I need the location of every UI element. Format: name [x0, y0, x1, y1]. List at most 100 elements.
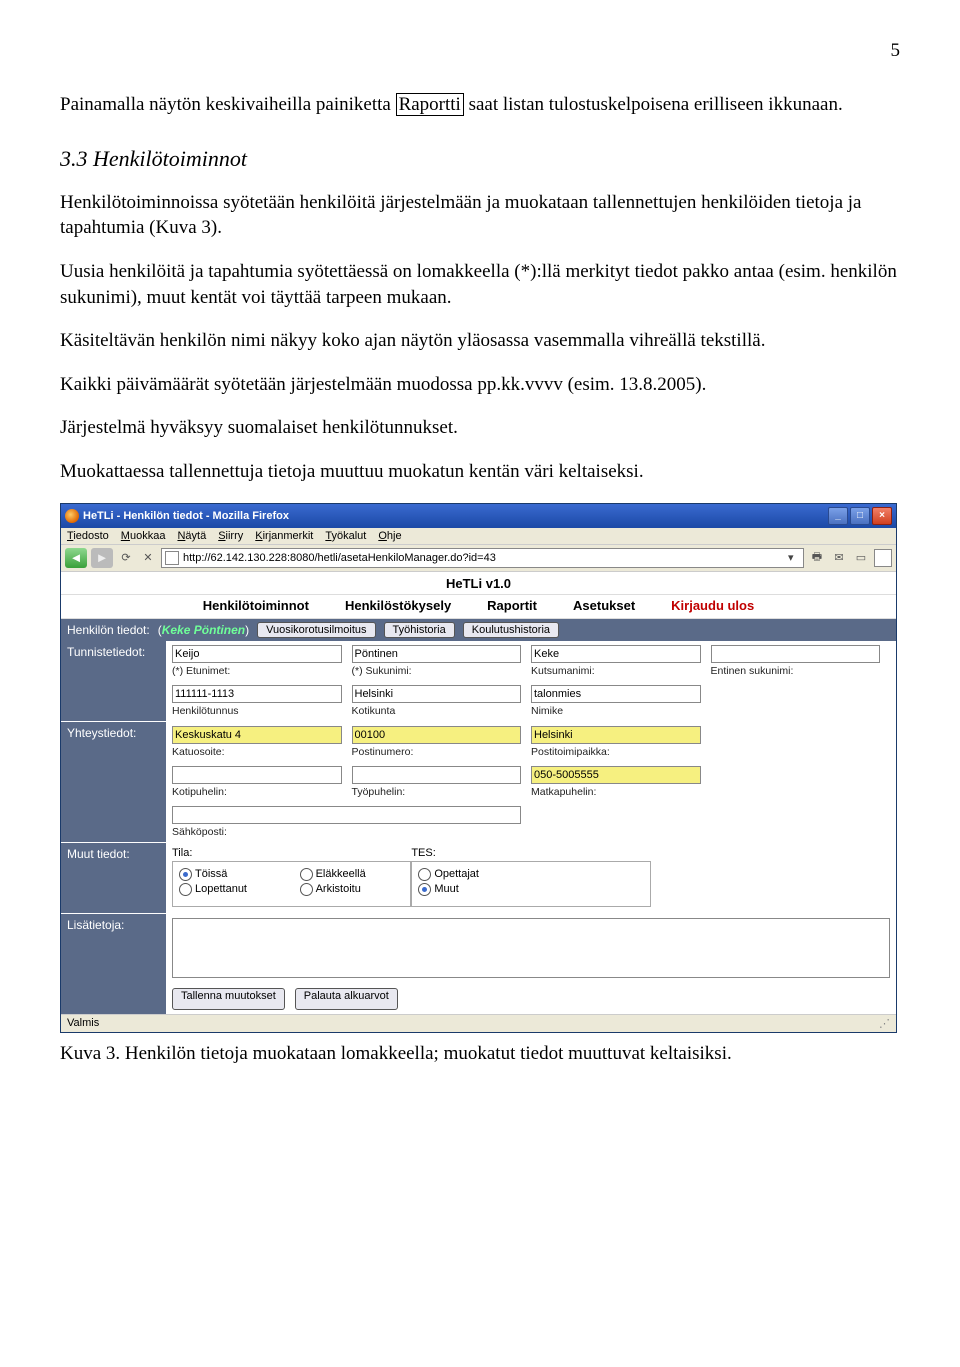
tila-radio-group: Töissä Eläkkeellä Lopettanut Arkistoitu: [179, 866, 404, 902]
section-label: Henkilön tiedot:: [67, 623, 150, 637]
reset-button[interactable]: Palauta alkuarvot: [295, 988, 398, 1010]
menubar: Tiedosto Muokkaa Näytä Siirry Kirjanmerk…: [61, 528, 896, 545]
field-label: Matkapuhelin:: [531, 786, 701, 798]
nav-link[interactable]: Henkilötoiminnot: [203, 598, 309, 613]
reload-icon[interactable]: ⟳: [117, 549, 135, 567]
form-area: Tunnistetiedot: (*) Etunimet: (*) Sukuni…: [61, 641, 896, 1014]
field-label: Postitoimipaikka:: [531, 746, 701, 758]
nav-link[interactable]: Raportit: [487, 598, 537, 613]
menu-item[interactable]: Muokkaa: [121, 530, 166, 542]
p1b: saat listan tulostuskelpoisena erillisee…: [464, 94, 843, 115]
row-actions: Tallenna muutokset Palauta alkuarvot: [61, 984, 896, 1014]
matkapuhelin-input[interactable]: [531, 766, 701, 784]
person-name: Keke Pöntinen: [162, 623, 245, 637]
paragraph-1: Painamalla näytön keskivaiheilla painike…: [60, 92, 900, 118]
nimike-input[interactable]: [531, 685, 701, 703]
field-label: Henkilötunnus: [172, 705, 342, 717]
sukunimi-input[interactable]: [352, 645, 522, 663]
radio-lopettanut[interactable]: Lopettanut: [179, 883, 286, 896]
radio-elakkeella[interactable]: Eläkkeellä: [300, 868, 405, 881]
pill-button[interactable]: Koulutushistoria: [463, 622, 559, 638]
sahkoposti-input[interactable]: [172, 806, 521, 824]
lisatietoja-textarea[interactable]: [172, 918, 890, 978]
row-muut-tiedot: Muut tiedot: Tila: Töissä Eläkkeellä Lop…: [61, 843, 896, 914]
radio-toissa[interactable]: Töissä: [179, 868, 286, 881]
etunimet-input[interactable]: [172, 645, 342, 663]
field-label: Sähköposti:: [172, 826, 521, 838]
menu-item[interactable]: Työkalut: [325, 530, 366, 542]
app-nav: Henkilötoiminnot Henkilöstökysely Raport…: [61, 594, 896, 619]
maximize-button[interactable]: □: [850, 507, 870, 525]
radio-icon: [300, 868, 313, 881]
radio-icon: [179, 883, 192, 896]
row-label: Tunnistetiedot:: [61, 641, 166, 721]
minimize-button[interactable]: _: [828, 507, 848, 525]
pill-button[interactable]: Vuosikorotusilmoitus: [257, 622, 375, 638]
entinen-sukunimi-input[interactable]: [711, 645, 881, 663]
tes-radio-group: Opettajat Muut: [418, 866, 643, 902]
kotikunta-input[interactable]: [352, 685, 522, 703]
back-button[interactable]: ◄: [65, 548, 87, 568]
paragraph-4: Käsiteltävän henkilön nimi näkyy koko aj…: [60, 328, 900, 354]
page-icon: [165, 551, 179, 565]
forward-button[interactable]: ►: [91, 548, 113, 568]
field-label: Kutsumanimi:: [531, 665, 701, 677]
paragraph-5: Kaikki päivämäärät syötetään järjestelmä…: [60, 372, 900, 398]
paragraph-7: Muokattaessa tallennettuja tietoja muutt…: [60, 459, 900, 485]
row-label-empty: [61, 984, 166, 1014]
resize-grip-icon[interactable]: ⋰: [879, 1017, 890, 1030]
menu-item[interactable]: Näytä: [177, 530, 206, 542]
tyopuhelin-input[interactable]: [352, 766, 522, 784]
row-label: Muut tiedot:: [61, 843, 166, 913]
row-label: Yhteystiedot:: [61, 722, 166, 842]
menu-item[interactable]: Siirry: [218, 530, 243, 542]
radio-muut[interactable]: Muut: [418, 883, 643, 896]
url-bar[interactable]: http://62.142.130.228:8080/hetli/asetaHe…: [161, 548, 804, 568]
radio-icon: [418, 883, 431, 896]
kotipuhelin-input[interactable]: [172, 766, 342, 784]
logout-link[interactable]: Kirjaudu ulos: [671, 598, 754, 613]
print-icon[interactable]: 🖶: [808, 549, 826, 567]
radio-icon: [179, 868, 192, 881]
field-label: Kotikunta: [352, 705, 522, 717]
field-label: (*) Etunimet:: [172, 665, 342, 677]
nav-link[interactable]: Asetukset: [573, 598, 635, 613]
field-label: (*) Sukunimi:: [352, 665, 522, 677]
search-box[interactable]: [874, 549, 892, 567]
field-label: Entinen sukunimi:: [711, 665, 881, 677]
figure-caption: Kuva 3. Henkilön tietoja muokataan lomak…: [60, 1041, 900, 1067]
close-button[interactable]: ×: [872, 507, 892, 525]
save-button[interactable]: Tallenna muutokset: [172, 988, 285, 1010]
url-text: http://62.142.130.228:8080/hetli/asetaHe…: [183, 552, 784, 564]
field-label: Nimike: [531, 705, 701, 717]
kutsumanimi-input[interactable]: [531, 645, 701, 663]
tes-label: TES:: [411, 847, 650, 859]
radio-arkistoitu[interactable]: Arkistoitu: [300, 883, 405, 896]
katuosoite-input[interactable]: [172, 726, 342, 744]
menu-item[interactable]: Ohje: [378, 530, 401, 542]
section-heading: 3.3 Henkilötoiminnot: [60, 146, 900, 172]
field-label: Postinumero:: [352, 746, 522, 758]
pill-button[interactable]: Työhistoria: [384, 622, 455, 638]
page-number: 5: [60, 40, 900, 62]
firefox-icon: [65, 509, 79, 523]
mail-icon[interactable]: ✉: [830, 549, 848, 567]
menu-item[interactable]: Kirjanmerkit: [255, 530, 313, 542]
stop-icon[interactable]: ✕: [139, 549, 157, 567]
postitoimipaikka-input[interactable]: [531, 726, 701, 744]
status-text: Valmis: [67, 1017, 99, 1030]
statusbar: Valmis ⋰: [61, 1014, 896, 1032]
chevron-down-icon[interactable]: ▾: [788, 551, 800, 564]
menu-item[interactable]: Tiedosto: [67, 530, 109, 542]
row-tunnistetiedot: Tunnistetiedot: (*) Etunimet: (*) Sukuni…: [61, 641, 896, 722]
paragraph-2: Henkilötoiminnoissa syötetään henkilöitä…: [60, 190, 900, 241]
titlebar: HeTLi - Henkilön tiedot - Mozilla Firefo…: [61, 504, 896, 528]
toolbar: ◄ ► ⟳ ✕ http://62.142.130.228:8080/hetli…: [61, 545, 896, 572]
postinumero-input[interactable]: [352, 726, 522, 744]
nav-link[interactable]: Henkilöstökysely: [345, 598, 451, 613]
field-label: Työpuhelin:: [352, 786, 522, 798]
paragraph-6: Järjestelmä hyväksyy suomalaiset henkilö…: [60, 415, 900, 441]
window-icon[interactable]: ▭: [852, 549, 870, 567]
radio-opettajat[interactable]: Opettajat: [418, 868, 643, 881]
henkilotunnus-input[interactable]: [172, 685, 342, 703]
